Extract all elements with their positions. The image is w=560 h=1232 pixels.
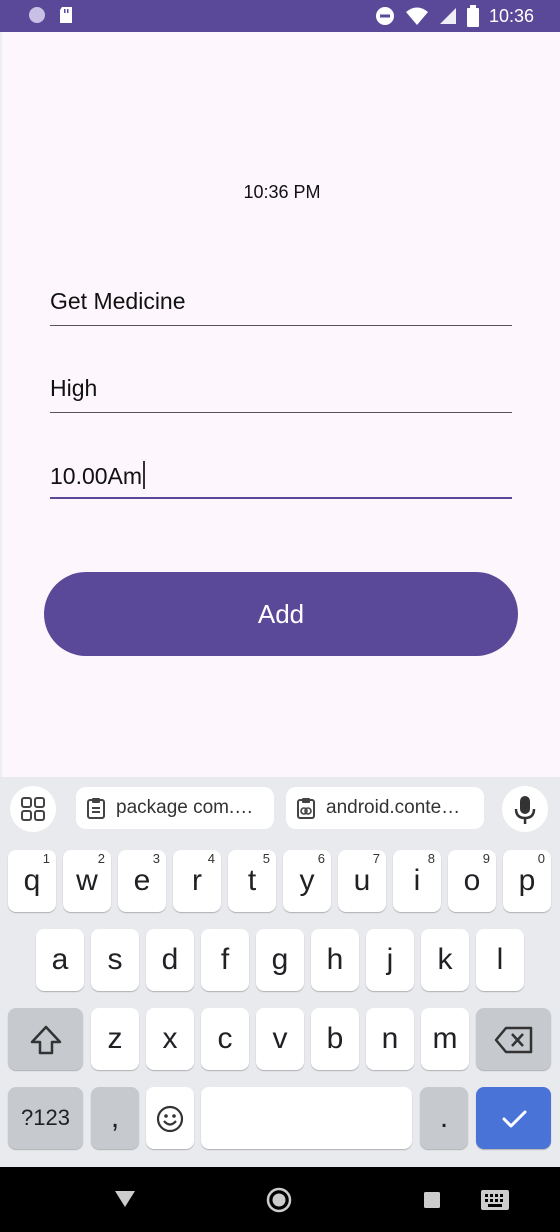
clock-text: 10:36 PM bbox=[243, 182, 321, 202]
key-f[interactable]: f bbox=[201, 929, 249, 991]
grid-icon bbox=[21, 797, 45, 821]
clipboard-icon bbox=[87, 798, 105, 819]
voice-input-button[interactable] bbox=[502, 786, 548, 832]
key-d[interactable]: d bbox=[146, 929, 194, 991]
key-k[interactable]: k bbox=[421, 929, 469, 991]
key-u[interactable]: u7 bbox=[338, 850, 386, 912]
clipboard-suggestion-2[interactable]: android.conte… bbox=[286, 787, 484, 829]
priority-field[interactable]: High bbox=[50, 369, 512, 413]
keyboard: package com.… android.conte… q1 w2 e3 r4… bbox=[0, 777, 560, 1167]
checkmark-icon bbox=[502, 1110, 526, 1128]
status-bar: 10:36 bbox=[0, 0, 560, 32]
clipboard-suggestion-1[interactable]: package com.… bbox=[76, 787, 274, 829]
key-w[interactable]: w2 bbox=[63, 850, 111, 912]
key-l[interactable]: l bbox=[476, 929, 524, 991]
key-p[interactable]: p0 bbox=[503, 850, 551, 912]
comma-key[interactable]: , bbox=[91, 1087, 139, 1149]
time-field[interactable]: 10.00Am bbox=[50, 455, 512, 499]
task-name-field[interactable]: Get Medicine bbox=[50, 282, 512, 326]
key-t[interactable]: t5 bbox=[228, 850, 276, 912]
period-key[interactable]: . bbox=[420, 1087, 468, 1149]
navigation-bar bbox=[0, 1167, 560, 1232]
priority-value: High bbox=[50, 375, 98, 401]
notification-circle-icon bbox=[29, 7, 45, 23]
home-circle-icon bbox=[266, 1187, 292, 1213]
backspace-icon bbox=[494, 1026, 532, 1054]
signal-icon bbox=[439, 8, 456, 24]
time-value: 10.00Am bbox=[50, 463, 143, 489]
key-g[interactable]: g bbox=[256, 929, 304, 991]
symbols-key[interactable]: ?123 bbox=[8, 1087, 83, 1149]
key-y[interactable]: y6 bbox=[283, 850, 331, 912]
clipboard-link-icon bbox=[297, 798, 315, 819]
key-e[interactable]: e3 bbox=[118, 850, 166, 912]
key-r[interactable]: r4 bbox=[173, 850, 221, 912]
suggestion-bar: package com.… android.conte… bbox=[0, 777, 560, 839]
key-s[interactable]: s bbox=[91, 929, 139, 991]
key-m[interactable]: m bbox=[421, 1008, 469, 1070]
shift-key[interactable] bbox=[8, 1008, 83, 1070]
home-button[interactable] bbox=[266, 1187, 292, 1218]
enter-key[interactable] bbox=[476, 1087, 551, 1149]
emoji-key[interactable] bbox=[146, 1087, 194, 1149]
back-button[interactable] bbox=[114, 1189, 136, 1214]
task-name-value: Get Medicine bbox=[50, 288, 186, 314]
key-j[interactable]: j bbox=[366, 929, 414, 991]
recents-button[interactable] bbox=[424, 1192, 440, 1213]
keyboard-switch-button[interactable] bbox=[481, 1190, 509, 1215]
key-z[interactable]: z bbox=[91, 1008, 139, 1070]
do-not-disturb-icon bbox=[375, 7, 394, 25]
sd-card-icon bbox=[60, 7, 72, 23]
key-q[interactable]: q1 bbox=[8, 850, 56, 912]
back-triangle-icon bbox=[115, 1191, 135, 1207]
key-o[interactable]: o9 bbox=[448, 850, 496, 912]
microphone-icon bbox=[514, 796, 536, 824]
keyboard-icon bbox=[481, 1190, 509, 1210]
apps-grid-button[interactable] bbox=[10, 786, 56, 832]
key-a[interactable]: a bbox=[36, 929, 84, 991]
key-b[interactable]: b bbox=[311, 1008, 359, 1070]
key-x[interactable]: x bbox=[146, 1008, 194, 1070]
suggestion-1-label: package com.… bbox=[116, 797, 254, 818]
shift-arrow-icon bbox=[30, 1025, 61, 1055]
space-key[interactable] bbox=[201, 1087, 412, 1149]
wifi-icon bbox=[405, 7, 428, 25]
key-i[interactable]: i8 bbox=[393, 850, 441, 912]
text-cursor bbox=[143, 461, 146, 489]
backspace-key[interactable] bbox=[476, 1008, 551, 1070]
key-c[interactable]: c bbox=[201, 1008, 249, 1070]
app-screen: 10:36 PM Get Medicine High 10.00Am Add bbox=[0, 32, 560, 777]
key-h[interactable]: h bbox=[311, 929, 359, 991]
recents-square-icon bbox=[424, 1192, 440, 1208]
emoji-icon bbox=[156, 1105, 184, 1133]
key-n[interactable]: n bbox=[366, 1008, 414, 1070]
add-button[interactable]: Add bbox=[44, 572, 518, 656]
status-time: 10:36 bbox=[488, 6, 534, 26]
battery-icon bbox=[466, 5, 479, 27]
suggestion-2-label: android.conte… bbox=[326, 797, 461, 818]
key-v[interactable]: v bbox=[256, 1008, 304, 1070]
